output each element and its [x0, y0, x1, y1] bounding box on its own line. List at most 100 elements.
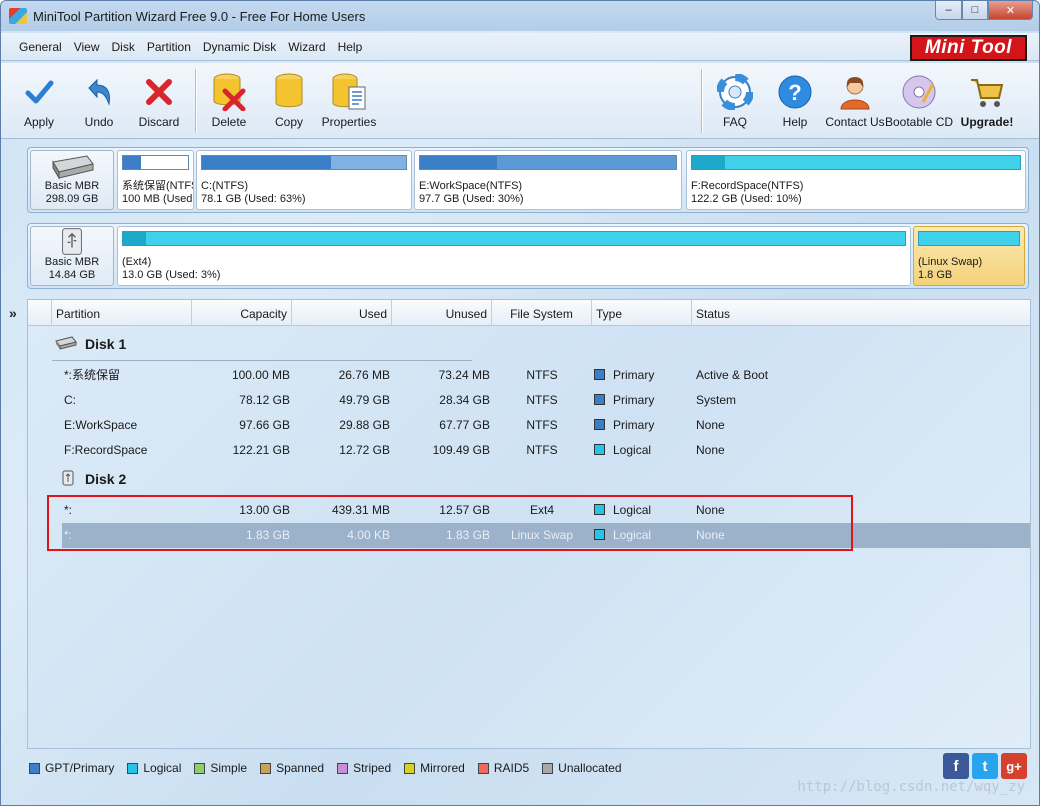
apply-button[interactable]: Apply: [9, 63, 69, 139]
window-controls: – □ ✕: [935, 1, 1033, 20]
type-label: Primary: [613, 368, 655, 382]
legend-label: GPT/Primary: [45, 761, 115, 775]
column-spacer: [28, 300, 52, 326]
legend-swatch: [337, 762, 349, 774]
column-status[interactable]: Status: [692, 300, 1030, 326]
contact-us-button[interactable]: Contact Us: [825, 63, 885, 139]
cell-used: 12.72 GB: [339, 443, 390, 457]
bootable-cd-button[interactable]: Bootable CD: [885, 63, 953, 139]
menu-view[interactable]: View: [74, 40, 100, 54]
primary-type-swatch: [594, 419, 605, 430]
cell-unused: 109.49 GB: [432, 443, 490, 457]
disk2-partition-block[interactable]: (Ext4) 13.0 GB (Used: 3%): [117, 226, 911, 286]
delete-button[interactable]: Delete: [199, 63, 259, 139]
discard-button[interactable]: Discard: [129, 63, 189, 139]
menu-disk[interactable]: Disk: [112, 40, 135, 54]
table-header: Partition Capacity Used Unused File Syst…: [28, 300, 1030, 326]
menu-dynamic-disk[interactable]: Dynamic Disk: [203, 40, 276, 54]
column-partition[interactable]: Partition: [52, 300, 192, 326]
twitter-icon[interactable]: t: [972, 753, 998, 779]
usage-fill: [123, 232, 147, 245]
partition-name: F:RecordSpace(NTFS): [691, 180, 804, 192]
usage-fill: [420, 156, 497, 169]
copy-partition-icon: [271, 73, 307, 111]
cell-file-system: NTFS: [526, 393, 558, 407]
cell-type: Primary: [594, 413, 654, 438]
usage-fill: [123, 156, 141, 169]
column-type[interactable]: Type: [592, 300, 692, 326]
disk1-heading[interactable]: Disk 1: [85, 336, 126, 352]
menu-wizard[interactable]: Wizard: [288, 40, 325, 54]
table-row[interactable]: *:系统保留 100.00 MB 26.76 MB 73.24 MB NTFS …: [28, 363, 1030, 388]
column-used[interactable]: Used: [292, 300, 392, 326]
cell-partition: E:WorkSpace: [64, 418, 138, 432]
disk2-map[interactable]: Basic MBR 14.84 GB (Ext4) 13.0 GB (Used:…: [27, 223, 1029, 289]
legend-unallocated: Unallocated: [542, 761, 622, 775]
close-button[interactable]: ✕: [988, 1, 1033, 20]
divider: [52, 360, 472, 361]
legend-label: Unallocated: [558, 761, 622, 775]
disk1-info[interactable]: Basic MBR 298.09 GB: [30, 150, 114, 210]
table-row[interactable]: C: 78.12 GB 49.79 GB 28.34 GB NTFS Prima…: [28, 388, 1030, 413]
partition-info: 100 MB (Used: [122, 193, 193, 205]
primary-type-swatch: [594, 369, 605, 380]
table-row[interactable]: F:RecordSpace 122.21 GB 12.72 GB 109.49 …: [28, 438, 1030, 463]
menu-general[interactable]: General: [19, 40, 62, 54]
legend-swatch: [542, 762, 554, 774]
cell-partition: *:系统保留: [64, 368, 121, 382]
partition-info: 122.2 GB (Used: 10%): [691, 193, 802, 205]
help-button[interactable]: ? Help: [765, 63, 825, 139]
usage-bar: [419, 155, 677, 170]
disk1-map[interactable]: Basic MBR 298.09 GB 系统保留(NTFS 100 MB (Us…: [27, 147, 1029, 213]
disk1-partition-block[interactable]: F:RecordSpace(NTFS) 122.2 GB (Used: 10%): [686, 150, 1026, 210]
help-label: Help: [782, 115, 808, 129]
menu-partition[interactable]: Partition: [147, 40, 191, 54]
copy-button[interactable]: Copy: [259, 63, 319, 139]
undo-button[interactable]: Undo: [69, 63, 129, 139]
cell-capacity: 100.00 MB: [231, 368, 290, 382]
upgrade-button[interactable]: Upgrade!: [953, 63, 1021, 139]
google-plus-icon[interactable]: g+: [1001, 753, 1027, 779]
upgrade-label: Upgrade!: [960, 115, 1014, 129]
minimize-button[interactable]: –: [935, 1, 962, 20]
menu-help[interactable]: Help: [338, 40, 363, 54]
disk2-info[interactable]: Basic MBR 14.84 GB: [30, 226, 114, 286]
minitool-logo: Mini Tool: [910, 35, 1027, 61]
disk2-partition-block[interactable]: (Linux Swap) 1.8 GB: [913, 226, 1025, 286]
legend-label: RAID5: [493, 761, 530, 775]
legend-swatch: [127, 762, 139, 774]
disk1-partition-block[interactable]: 系统保留(NTFS 100 MB (Used: [117, 150, 194, 210]
partition-name: (Linux Swap): [918, 256, 983, 268]
column-capacity[interactable]: Capacity: [192, 300, 292, 326]
legend-striped: Striped: [337, 761, 391, 775]
faq-button[interactable]: FAQ: [705, 63, 765, 139]
discard-label: Discard: [138, 115, 180, 129]
partition-name: (Ext4): [122, 256, 152, 268]
legend-label: Logical: [143, 761, 182, 775]
table-row[interactable]: E:WorkSpace 97.66 GB 29.88 GB 67.77 GB N…: [28, 413, 1030, 438]
cd-disc-icon: [901, 73, 937, 111]
undo-label: Undo: [84, 115, 114, 129]
properties-button[interactable]: Properties: [319, 63, 379, 139]
toolbar-group-actions: Apply Undo Discard: [9, 63, 189, 139]
expand-panel-icon[interactable]: »: [9, 305, 17, 321]
disk1-partition-block[interactable]: C:(NTFS) 78.1 GB (Used: 63%): [196, 150, 412, 210]
column-file-system[interactable]: File System: [492, 300, 592, 326]
cell-type: Logical: [594, 438, 651, 463]
legend-swatch: [194, 762, 206, 774]
facebook-icon[interactable]: f: [943, 753, 969, 779]
disk1-partition-block[interactable]: E:WorkSpace(NTFS) 97.7 GB (Used: 30%): [414, 150, 682, 210]
usage-bar: [691, 155, 1021, 170]
cell-unused: 73.24 MB: [438, 368, 490, 382]
checkmark-icon: [21, 73, 57, 111]
legend-label: Striped: [353, 761, 392, 775]
properties-icon: [331, 73, 367, 111]
cell-file-system: NTFS: [526, 418, 558, 432]
usb-drive-icon: [62, 228, 82, 255]
column-unused[interactable]: Unused: [392, 300, 492, 326]
disk2-heading[interactable]: Disk 2: [85, 471, 126, 487]
maximize-button[interactable]: □: [962, 1, 988, 20]
cell-unused: 67.77 GB: [439, 418, 490, 432]
primary-type-swatch: [594, 394, 605, 405]
lifebuoy-icon: [717, 73, 753, 111]
